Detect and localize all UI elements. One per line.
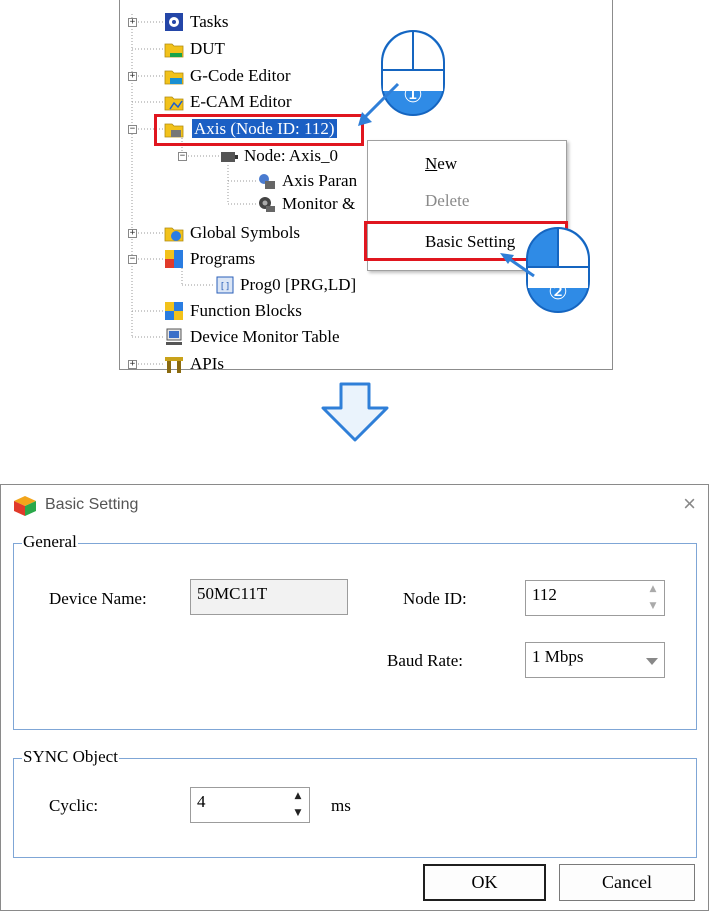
- api-icon: [165, 357, 183, 373]
- spin-up-icon[interactable]: ▲: [642, 581, 664, 598]
- collapse-programs-button[interactable]: −: [128, 255, 137, 264]
- device-name-field: 50MC11T: [190, 579, 348, 615]
- sync-object-groupbox: [13, 758, 697, 858]
- menu-item-new[interactable]: New: [425, 154, 457, 174]
- tree-item-node-axis0[interactable]: Node: Axis_0: [244, 146, 338, 166]
- expand-global-symbols-button[interactable]: +: [128, 229, 137, 238]
- tree-item-device-monitor-table[interactable]: Device Monitor Table: [190, 327, 340, 347]
- cyclic-unit-label: ms: [331, 796, 351, 815]
- baud-rate-combo[interactable]: 1 Mbps: [525, 642, 665, 678]
- tree-item-dut[interactable]: DUT: [190, 39, 225, 59]
- collapse-axis-button[interactable]: −: [128, 125, 137, 134]
- programs-icon: [165, 250, 183, 268]
- device-name-value: 50MC11T: [197, 584, 268, 603]
- collapse-node-button[interactable]: −: [178, 152, 187, 161]
- expand-gcode-button[interactable]: +: [128, 72, 137, 81]
- program-icon: []: [216, 276, 234, 294]
- axis-parameter-icon: [259, 174, 275, 189]
- baud-rate-label: Baud Rate:: [387, 651, 464, 670]
- tree-item-axis-parameter[interactable]: Axis Paran: [282, 171, 357, 191]
- pointer-arrow-2: [500, 253, 535, 278]
- cyclic-value: 4: [197, 792, 206, 811]
- node-id-value: 112: [532, 585, 557, 604]
- device-monitor-icon: [166, 328, 182, 345]
- tree-item-monitor[interactable]: Monitor &: [282, 194, 355, 214]
- tree-item-tasks[interactable]: Tasks: [190, 12, 228, 32]
- ok-button[interactable]: OK: [423, 864, 546, 901]
- step-1-badge: ①: [403, 83, 423, 108]
- spin-down-icon[interactable]: ▼: [642, 598, 664, 615]
- tree-item-gcode-editor[interactable]: G-Code Editor: [190, 66, 291, 86]
- motor-icon: [221, 152, 238, 162]
- pointer-arrow-1: [358, 82, 400, 126]
- axis-highlight-box: [154, 114, 364, 146]
- gear-icon: [165, 13, 183, 31]
- app-cube-icon: [14, 496, 36, 516]
- sync-object-group-title: SYNC Object: [22, 747, 119, 767]
- monitor-icon: [259, 197, 275, 212]
- folder-icon: [164, 43, 184, 58]
- expand-tasks-button[interactable]: +: [128, 18, 137, 27]
- general-group-title: General: [22, 532, 78, 552]
- tree-item-ecam-editor[interactable]: E-CAM Editor: [190, 92, 292, 112]
- svg-text:[]: []: [220, 282, 231, 292]
- step-2-badge: ②: [548, 280, 568, 305]
- node-id-spinner[interactable]: ▲ ▼: [642, 581, 664, 615]
- node-id-label: Node ID:: [403, 589, 467, 608]
- menu-item-delete: Delete: [425, 191, 470, 210]
- baud-rate-value: 1 Mbps: [532, 647, 584, 666]
- menu-item-new-accelerator: N: [425, 154, 438, 173]
- dialog-title: Basic Setting: [45, 496, 139, 513]
- device-name-label: Device Name:: [49, 589, 147, 608]
- tree-item-programs[interactable]: Programs: [190, 249, 255, 269]
- node-id-spinbox[interactable]: 112 ▲ ▼: [525, 580, 665, 616]
- expand-apis-button[interactable]: +: [128, 360, 137, 369]
- flow-down-arrow-icon: [321, 382, 389, 442]
- function-blocks-icon: [165, 302, 183, 320]
- tree-item-apis[interactable]: APIs: [190, 354, 224, 374]
- folder-icon: [164, 227, 184, 242]
- tree-item-function-blocks[interactable]: Function Blocks: [190, 301, 302, 321]
- chevron-down-icon[interactable]: [646, 658, 658, 665]
- folder-icon: [164, 96, 184, 111]
- spin-down-icon[interactable]: ▼: [287, 805, 309, 822]
- general-groupbox: [13, 543, 697, 730]
- cyclic-spinner[interactable]: ▲ ▼: [287, 788, 309, 822]
- spin-up-icon[interactable]: ▲: [287, 788, 309, 805]
- folder-icon: [164, 70, 184, 85]
- cyclic-label: Cyclic:: [49, 796, 99, 815]
- basic-setting-dialog: Basic Setting × General Device Name: 50M…: [0, 484, 709, 911]
- close-icon[interactable]: ×: [683, 493, 696, 515]
- tree-item-prog0[interactable]: Prog0 [PRG,LD]: [240, 275, 356, 295]
- cancel-button[interactable]: Cancel: [559, 864, 695, 901]
- menu-item-new-label: ew: [437, 154, 458, 173]
- cyclic-spinbox[interactable]: 4 ▲ ▼: [190, 787, 310, 823]
- tree-item-global-symbols[interactable]: Global Symbols: [190, 223, 300, 243]
